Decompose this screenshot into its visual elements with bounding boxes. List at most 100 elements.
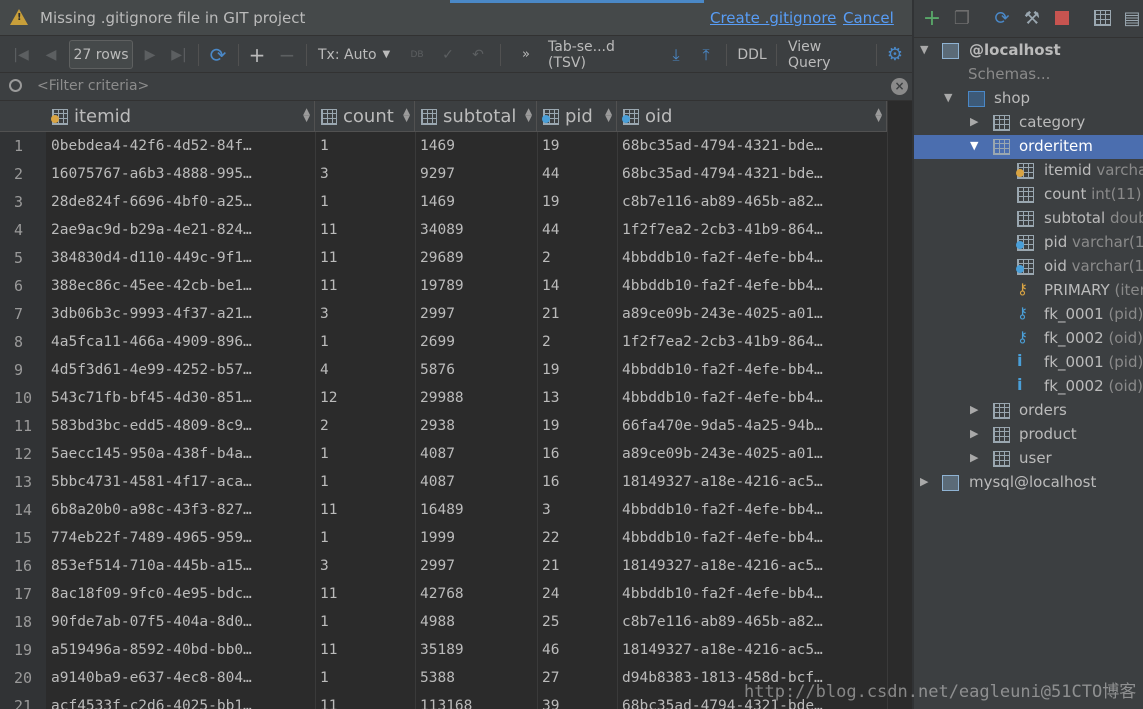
cell-oid[interactable]: c8b7e116-ab89-465b-a82… [617,608,887,636]
cell-itemid[interactable]: 4d5f3d61-4e99-4252-b57… [46,356,315,384]
cell-oid[interactable]: 4bbddb10-fa2f-4efe-bb4… [617,524,887,552]
cell-pid[interactable]: 16 [537,468,617,496]
tree-node-orderitem-child[interactable]: pid varchar(10 [914,231,1143,255]
cell-itemid[interactable]: 583bd3bc-edd5-4809-8c9… [46,412,315,440]
cell-pid[interactable]: 27 [537,664,617,692]
column-header-count[interactable]: count ▲ ▼ [315,101,415,132]
delete-row-icon[interactable]: − [275,36,299,73]
cell-itemid[interactable]: 16075767-a6b3-4888-995… [46,160,315,188]
cell-subtotal[interactable]: 5876 [415,356,537,384]
cell-oid[interactable]: 4bbddb10-fa2f-4efe-bb4… [617,580,887,608]
table-row[interactable]: 28de824f-6696-4bf0-a25… 1 1469 19 c8b7e116-a… [46,188,887,216]
sort-arrows-icon[interactable]: ▲ ▼ [605,108,612,124]
chevron-right-icon[interactable]: ▶ [970,403,978,416]
cell-itemid[interactable]: 388ec86c-45ee-42cb-be1… [46,272,315,300]
chevron-down-icon[interactable]: ▼ [970,139,978,152]
row-number[interactable]: 6 [0,272,46,300]
row-number[interactable]: 9 [0,356,46,384]
row-number[interactable]: 5 [0,244,46,272]
cell-count[interactable]: 1 [315,468,415,496]
cell-oid[interactable]: 66fa470e-9da5-4a25-94b… [617,412,887,440]
table-row[interactable]: 583bd3bc-edd5-4809-8c9… 2 2938 19 66fa470e-9… [46,412,887,440]
tree-node-schemas[interactable]: Schemas... [914,63,1143,87]
cell-subtotal[interactable]: 1469 [415,188,537,216]
cell-oid[interactable]: a89ce09b-243e-4025-a01… [617,300,887,328]
table-row[interactable]: 3db06b3c-9993-4f37-a21… 3 2997 21 a89ce09b-2… [46,300,887,328]
cell-pid[interactable]: 24 [537,580,617,608]
row-number[interactable]: 17 [0,580,46,608]
tree-node-schema-shop[interactable]: ▼ shop [914,87,1143,111]
cell-count[interactable]: 11 [315,244,415,272]
tree-node-orderitem-child[interactable]: ⚷ fk_0001 (pid) [914,303,1143,327]
cell-pid[interactable]: 21 [537,552,617,580]
tree-node-orderitem-child[interactable]: ⚷ PRIMARY (item [914,279,1143,303]
cell-pid[interactable]: 19 [537,132,617,160]
cell-pid[interactable]: 3 [537,496,617,524]
cell-itemid[interactable]: 853ef514-710a-445b-a15… [46,552,315,580]
cell-oid[interactable]: 4bbddb10-fa2f-4efe-bb4… [617,496,887,524]
cell-pid[interactable]: 13 [537,384,617,412]
cell-itemid[interactable]: 28de824f-6696-4bf0-a25… [46,188,315,216]
cancel-link[interactable]: Cancel [843,9,894,27]
sort-arrows-icon[interactable]: ▲ ▼ [875,108,882,124]
chevron-right-icon[interactable]: ▶ [970,427,978,440]
filter-criteria-input[interactable]: <Filter criteria> [37,78,149,94]
cell-count[interactable]: 3 [315,552,415,580]
upload-icon[interactable]: ⤒ [694,36,718,73]
cell-pid[interactable]: 16 [537,440,617,468]
row-number[interactable]: 21 [0,692,46,709]
cell-itemid[interactable]: 5bbc4731-4581-4f17-aca… [46,468,315,496]
tree-node-orderitem-child[interactable]: count int(11) [914,183,1143,207]
cell-subtotal[interactable]: 29689 [415,244,537,272]
cell-pid[interactable]: 2 [537,244,617,272]
column-header-itemid[interactable]: itemid ▲ ▼ [46,101,315,132]
cell-oid[interactable]: 1f2f7ea2-2cb3-41b9-864… [617,328,887,356]
reload-icon[interactable]: ⟳ [204,36,232,73]
cell-pid[interactable]: 46 [537,636,617,664]
cell-pid[interactable]: 44 [537,160,617,188]
cell-itemid[interactable]: 90fde7ab-07f5-404a-8d0… [46,608,315,636]
table-row[interactable]: 8ac18f09-9fc0-4e95-bdc… 11 42768 24 4bbddb10… [46,580,887,608]
tree-node-orderitem-child[interactable]: i fk_0001 (pid) [914,351,1143,375]
table-row[interactable]: a519496a-8592-40bd-bb0… 11 35189 46 18149327… [46,636,887,664]
cell-oid[interactable]: a89ce09b-243e-4025-a01… [617,440,887,468]
table-row[interactable]: 543c71fb-bf45-4d30-851… 12 29988 13 4bbddb10… [46,384,887,412]
rows-count-selector[interactable]: 27 rows [69,40,133,69]
cell-oid[interactable]: 18149327-a18e-4216-ac5… [617,636,887,664]
row-number[interactable]: 8 [0,328,46,356]
cell-pid[interactable]: 19 [537,188,617,216]
cell-count[interactable]: 11 [315,580,415,608]
row-number[interactable]: 10 [0,384,46,412]
vertical-scrollbar[interactable] [887,101,912,709]
cell-subtotal[interactable]: 29988 [415,384,537,412]
chevron-right-icon[interactable]: ▶ [970,451,978,464]
cell-itemid[interactable]: 384830d4-d110-449c-9f1… [46,244,315,272]
cell-pid[interactable]: 44 [537,216,617,244]
table-row[interactable]: 2ae9ac9d-b29a-4e21-824… 11 34089 44 1f2f7ea2… [46,216,887,244]
cell-count[interactable]: 11 [315,272,415,300]
previous-page-icon[interactable]: ◀ [38,36,64,73]
tree-node-table-user[interactable]: ▶ user [914,447,1143,471]
cell-itemid[interactable]: 774eb22f-7489-4965-959… [46,524,315,552]
cell-subtotal[interactable]: 113168 [415,692,537,709]
table-row[interactable]: 388ec86c-45ee-42cb-be1… 11 19789 14 4bbddb10… [46,272,887,300]
table-row[interactable]: 5aecc145-950a-438f-b4a… 1 4087 16 a89ce09b-2… [46,440,887,468]
table-row[interactable]: 853ef514-710a-445b-a15… 3 2997 21 18149327-a… [46,552,887,580]
cell-itemid[interactable]: 4a5fca11-466a-4909-896… [46,328,315,356]
properties-icon[interactable]: ⚒ [1022,8,1042,29]
tree-node-orderitem-child[interactable]: itemid varchar [914,159,1143,183]
cell-itemid[interactable]: 2ae9ac9d-b29a-4e21-824… [46,216,315,244]
row-number[interactable]: 18 [0,608,46,636]
chevron-down-icon[interactable]: ▼ [944,91,952,104]
column-header-subtotal[interactable]: subtotal ▲ ▼ [415,101,537,132]
row-number[interactable]: 13 [0,468,46,496]
cell-itemid[interactable]: 3db06b3c-9993-4f37-a21… [46,300,315,328]
next-page-icon[interactable]: ▶ [138,36,162,73]
cell-subtotal[interactable]: 42768 [415,580,537,608]
cell-count[interactable]: 11 [315,636,415,664]
tree-node-table-orders[interactable]: ▶ orders [914,399,1143,423]
cell-subtotal[interactable]: 5388 [415,664,537,692]
row-number[interactable]: 3 [0,188,46,216]
cell-count[interactable]: 3 [315,300,415,328]
stop-icon[interactable] [1052,8,1072,28]
